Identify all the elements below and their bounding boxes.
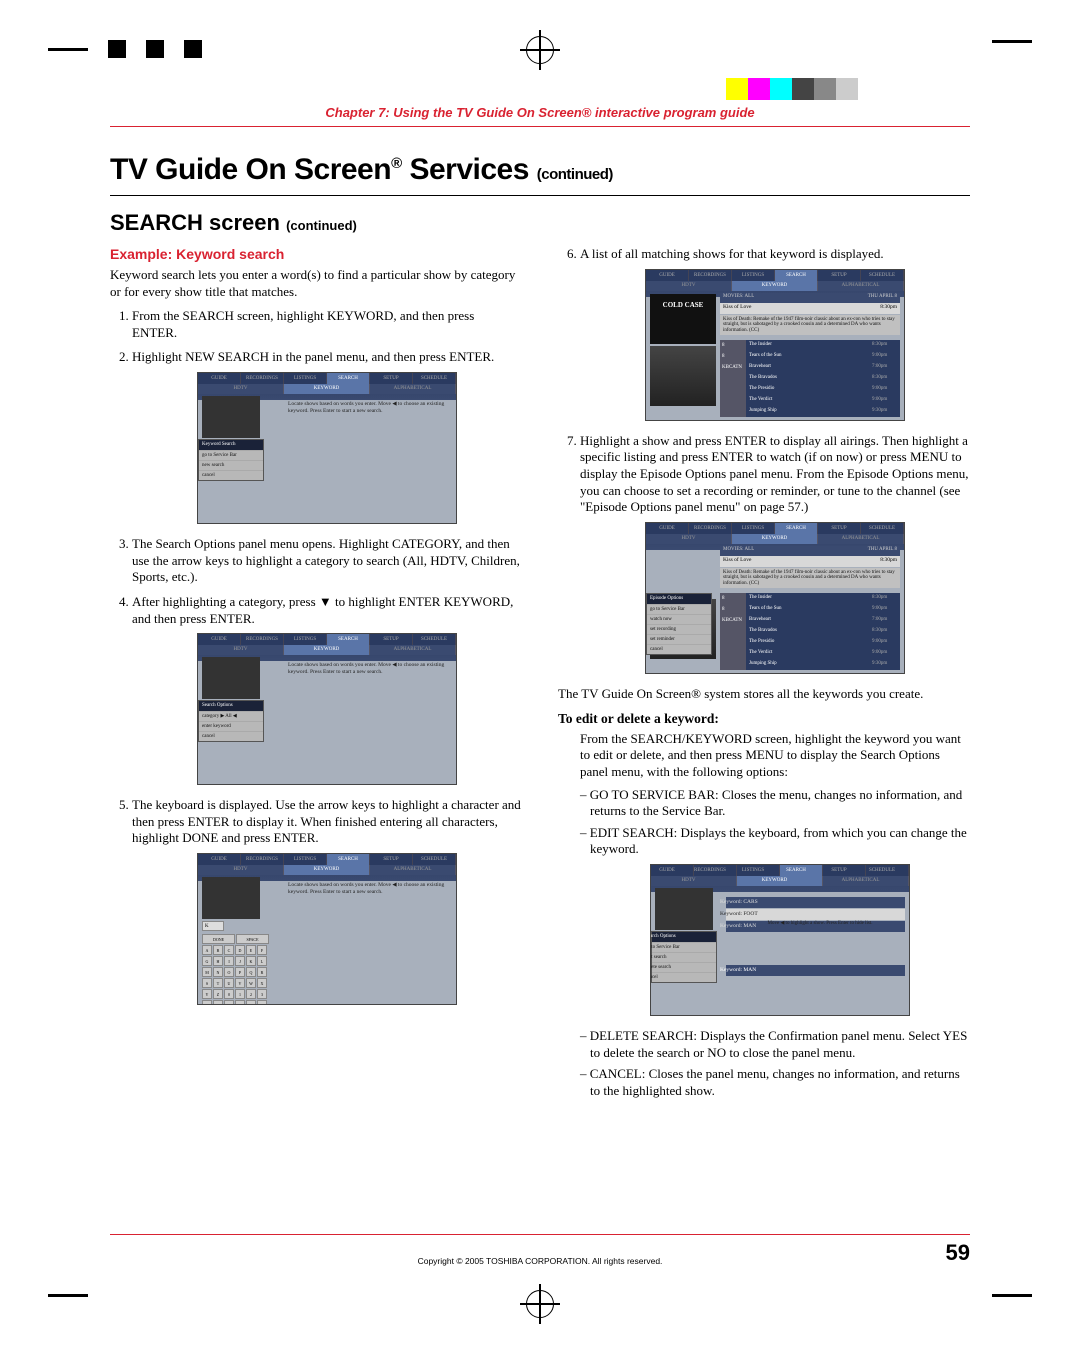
- color-swatch: [814, 78, 836, 100]
- step-item: After highlighting a category, press ▼ t…: [132, 594, 522, 785]
- screenshot-keyword-search-panel: GUIDERECORDINGSLISTINGSSEARCHSETUPSCHEDU…: [197, 372, 457, 524]
- page-body: Chapter 7: Using the TV Guide On Screen®…: [110, 105, 970, 1105]
- two-column-layout: Example: Keyword search Keyword search l…: [110, 246, 970, 1105]
- section-title: SEARCH screen (continued): [110, 210, 970, 236]
- reg-right-group: [992, 40, 1032, 43]
- step-item: Highlight NEW SEARCH in the panel menu, …: [132, 349, 522, 524]
- step-item: From the SEARCH screen, highlight KEYWOR…: [132, 308, 522, 341]
- option-item: EDIT SEARCH: Displays the keyboard, from…: [580, 825, 970, 1016]
- color-swatch: [792, 78, 814, 100]
- color-swatch: [858, 78, 880, 100]
- left-column: Example: Keyword search Keyword search l…: [110, 246, 522, 1105]
- color-bars: [726, 78, 880, 100]
- page-footer: Copyright © 2005 TOSHIBA CORPORATION. Al…: [110, 1234, 970, 1266]
- continued-label: (continued): [286, 218, 357, 233]
- registration-top: [0, 40, 1080, 70]
- main-title-suffix: Services: [402, 153, 529, 186]
- registration-bottom: [0, 1294, 1080, 1324]
- screenshot-search-options-panel: GUIDERECORDINGSLISTINGSSEARCHSETUPSCHEDU…: [197, 633, 457, 785]
- edit-delete-heading: To edit or delete a keyword:: [558, 710, 970, 727]
- right-column: A list of all matching shows for that ke…: [558, 246, 970, 1105]
- reg-line: [992, 40, 1032, 43]
- step-text: A list of all matching shows for that ke…: [580, 246, 884, 261]
- reg-square: [108, 40, 126, 58]
- option-item: DELETE SEARCH: Displays the Confirmation…: [580, 1028, 970, 1061]
- page-number: 59: [946, 1240, 970, 1266]
- section-title-text: SEARCH screen: [110, 210, 280, 235]
- color-swatch: [770, 78, 792, 100]
- reg-line: [992, 1294, 1032, 1297]
- color-swatch: [748, 78, 770, 100]
- screenshot-results-list: GUIDERECORDINGSLISTINGSSEARCHSETUPSCHEDU…: [645, 269, 905, 421]
- crosshair-icon: [526, 36, 554, 64]
- reg-line: [48, 48, 88, 51]
- options-list: GO TO SERVICE BAR: Closes the menu, chan…: [558, 787, 970, 1100]
- step-item: The Search Options panel menu opens. Hig…: [132, 536, 522, 586]
- continued-label: (continued): [537, 166, 613, 183]
- edit-intro: From the SEARCH/KEYWORD screen, highligh…: [558, 731, 970, 781]
- example-heading: Example: Keyword search: [110, 246, 522, 264]
- step-text: Highlight NEW SEARCH in the panel menu, …: [132, 349, 494, 364]
- screenshot-keyword-list: GUIDERECORDINGSLISTINGSSEARCHSETUPSCHEDU…: [650, 864, 910, 1016]
- step-text: After highlighting a category, press ▼ t…: [132, 594, 513, 626]
- main-title-text: TV Guide On Screen: [110, 153, 391, 186]
- intro-paragraph: Keyword search lets you enter a word(s) …: [110, 267, 522, 300]
- copyright: Copyright © 2005 TOSHIBA CORPORATION. Al…: [110, 1256, 970, 1266]
- color-swatch: [836, 78, 858, 100]
- note-paragraph: The TV Guide On Screen® system stores al…: [558, 686, 970, 703]
- step-item: The keyboard is displayed. Use the arrow…: [132, 797, 522, 1005]
- reg-square: [184, 40, 202, 58]
- header-rule: [110, 126, 970, 127]
- steps-list-left: From the SEARCH screen, highlight KEYWOR…: [110, 308, 522, 1005]
- step-text: The keyboard is displayed. Use the arrow…: [132, 797, 521, 845]
- step-item: A list of all matching shows for that ke…: [580, 246, 970, 421]
- option-item: CANCEL: Closes the panel menu, changes n…: [580, 1066, 970, 1099]
- screenshot-onscreen-keyboard: GUIDERECORDINGSLISTINGSSEARCHSETUPSCHEDU…: [197, 853, 457, 1005]
- screenshot-episode-options: GUIDERECORDINGSLISTINGSSEARCHSETUPSCHEDU…: [645, 522, 905, 674]
- reg-square: [146, 40, 164, 58]
- registered-mark: ®: [391, 155, 402, 172]
- reg-line: [48, 1294, 88, 1297]
- title-rule: [110, 195, 970, 196]
- option-text: EDIT SEARCH: Displays the keyboard, from…: [590, 825, 967, 857]
- main-title: TV Guide On Screen® Services (continued): [110, 153, 970, 187]
- crosshair-icon: [526, 1290, 554, 1318]
- step-text: Highlight a show and press ENTER to disp…: [580, 433, 969, 515]
- option-item: GO TO SERVICE BAR: Closes the menu, chan…: [580, 787, 970, 820]
- reg-left-group: [48, 40, 202, 58]
- chapter-header: Chapter 7: Using the TV Guide On Screen®…: [110, 105, 970, 120]
- color-swatch: [726, 78, 748, 100]
- steps-list-right: A list of all matching shows for that ke…: [558, 246, 970, 674]
- step-item: Highlight a show and press ENTER to disp…: [580, 433, 970, 674]
